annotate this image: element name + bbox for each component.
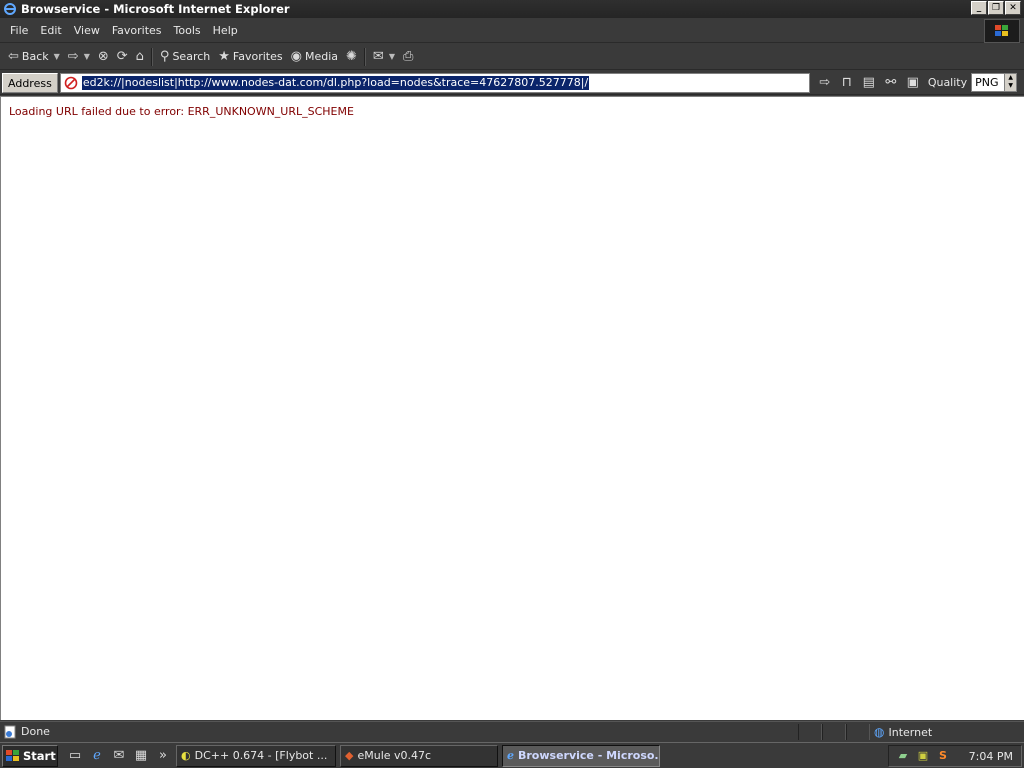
- favorites-folder-icon: ★: [218, 49, 230, 64]
- address-label: Address: [2, 72, 58, 93]
- page-done-icon: [4, 725, 16, 738]
- home-icon: ⌂: [135, 49, 144, 64]
- status-pane: [846, 724, 870, 740]
- address-url-text[interactable]: ed2k://|nodeslist|http://www.nodes-dat.c…: [81, 75, 590, 90]
- back-label: Back: [21, 50, 49, 63]
- menu-file[interactable]: File: [4, 24, 34, 37]
- task-browservice[interactable]: ℯ Browservice - Microso...: [502, 744, 660, 767]
- menu-favorites[interactable]: Favorites: [106, 24, 168, 37]
- media-button[interactable]: ◉ Media: [287, 46, 342, 68]
- forward-arrow-icon: ⇨: [67, 49, 79, 64]
- standard-toolbar: ⇦ Back ▼ ⇨ ▼ ⊗ ⟳ ⌂ ⚲ Search ★ Favorites …: [0, 44, 1024, 70]
- chevron-down-icon[interactable]: ▼: [389, 52, 395, 61]
- clipboard-icon[interactable]: ▣: [904, 74, 922, 92]
- refresh-button[interactable]: ⟳: [113, 46, 132, 68]
- title-bar: Browservice - Microsoft Internet Explore…: [0, 0, 1024, 18]
- toolbar-separator: [150, 47, 153, 66]
- emule-icon: ◆: [345, 749, 354, 762]
- task-dcpp[interactable]: ◐ DC++ 0.674 - [Flybot ...: [176, 744, 336, 767]
- mail-button[interactable]: ✉ ▼: [369, 46, 399, 68]
- status-pane: [822, 724, 846, 740]
- close-button[interactable]: ✕: [1005, 1, 1021, 15]
- error-message: Loading URL failed due to error: ERR_UNK…: [9, 105, 354, 118]
- history-icon: ✺: [346, 49, 357, 64]
- clock: 7:04 PM: [968, 749, 1013, 763]
- menu-tools[interactable]: Tools: [168, 24, 207, 37]
- menu-edit[interactable]: Edit: [34, 24, 67, 37]
- quicklaunch-overflow[interactable]: »: [154, 747, 172, 765]
- address-bar: Address ed2k://|nodeslist|http://www.nod…: [0, 71, 1024, 95]
- status-bar: Done ◍ Internet: [0, 721, 1024, 741]
- page-content: Loading URL failed due to error: ERR_UNK…: [0, 96, 1024, 720]
- minimize-button[interactable]: _: [971, 1, 987, 15]
- back-button[interactable]: ⇦ Back ▼: [4, 46, 64, 68]
- forward-button[interactable]: ⇨ ▼: [64, 46, 94, 68]
- bookmark-icon[interactable]: ⊓: [838, 74, 856, 92]
- task-label: Browservice - Microso...: [518, 749, 660, 762]
- globe-icon: ◍: [874, 725, 885, 739]
- home-button[interactable]: ⌂: [132, 46, 148, 68]
- print-button[interactable]: ⎙: [399, 46, 417, 68]
- history-button[interactable]: ✺: [342, 46, 361, 68]
- favorites-label: Favorites: [232, 50, 283, 63]
- menu-bar: File Edit View Favorites Tools Help: [0, 19, 1024, 43]
- quick-launch: ▭ ℯ ✉ ▦ »: [66, 747, 172, 765]
- media-icon: ◉: [290, 49, 302, 64]
- back-arrow-icon: ⇦: [8, 49, 19, 64]
- task-label: DC++ 0.674 - [Flybot ...: [194, 749, 328, 762]
- binoculars-icon[interactable]: ⚯: [882, 74, 900, 92]
- mail-icon: ✉: [372, 49, 384, 64]
- spinner-icon[interactable]: ▲ ▼: [1004, 74, 1017, 91]
- taskbar: Start ▭ ℯ ✉ ▦ » ◐ DC++ 0.674 - [Flybot .…: [0, 742, 1024, 768]
- ie-logo-icon: [4, 3, 16, 15]
- show-desktop-icon[interactable]: ▭: [66, 747, 84, 765]
- chevron-down-icon[interactable]: ▼: [84, 52, 90, 61]
- zone-label: Internet: [888, 725, 933, 739]
- ie-task-icon: ℯ: [507, 749, 514, 762]
- stop-icon: ⊗: [97, 49, 109, 64]
- page-icon[interactable]: ▤: [860, 74, 878, 92]
- start-label: Start: [23, 748, 56, 763]
- favorites-button[interactable]: ★ Favorites: [214, 46, 286, 68]
- quality-select[interactable]: PNG ▲ ▼: [971, 73, 1018, 92]
- chevron-down-icon[interactable]: ▼: [54, 52, 60, 61]
- outlook-icon[interactable]: ✉: [110, 747, 128, 765]
- security-zone: ◍ Internet: [874, 724, 932, 740]
- refresh-icon: ⟳: [116, 49, 128, 64]
- explorer-icon[interactable]: ▦: [132, 747, 150, 765]
- windows-logo-icon: [984, 19, 1020, 43]
- status-text: Done: [21, 725, 50, 738]
- print-icon: ⎙: [402, 49, 414, 64]
- windows-flag-icon: [6, 749, 19, 761]
- address-input[interactable]: ed2k://|nodeslist|http://www.nodes-dat.c…: [59, 72, 810, 93]
- go-arrow-icon[interactable]: ⇨: [816, 74, 834, 92]
- search-label: Search: [172, 50, 211, 63]
- network-icon[interactable]: ▰: [895, 748, 911, 764]
- task-emule[interactable]: ◆ eMule v0.47c: [340, 744, 498, 767]
- dcpp-icon: ◐: [181, 749, 191, 762]
- task-label: eMule v0.47c: [357, 749, 432, 762]
- window-title: Browservice - Microsoft Internet Explore…: [21, 2, 290, 16]
- menu-help[interactable]: Help: [207, 24, 244, 37]
- ie-quicklaunch-icon[interactable]: ℯ: [88, 747, 106, 765]
- stop-button[interactable]: ⊗: [94, 46, 113, 68]
- quality-label: Quality: [927, 76, 968, 89]
- system-tray: ▰ ▣ S 7:04 PM: [888, 745, 1022, 767]
- menu-view[interactable]: View: [68, 24, 106, 37]
- tray-s-icon[interactable]: S: [935, 748, 951, 764]
- toolbar-separator: [363, 47, 366, 66]
- status-pane: [798, 724, 822, 740]
- no-entry-icon: [64, 76, 78, 89]
- start-button[interactable]: Start: [2, 744, 58, 767]
- media-label: Media: [304, 50, 338, 63]
- search-button[interactable]: ⚲ Search: [156, 46, 214, 68]
- tray-app-icon[interactable]: ▣: [915, 748, 931, 764]
- quality-value: PNG: [975, 76, 999, 89]
- search-icon: ⚲: [159, 49, 170, 64]
- restore-button[interactable]: ❐: [988, 1, 1004, 15]
